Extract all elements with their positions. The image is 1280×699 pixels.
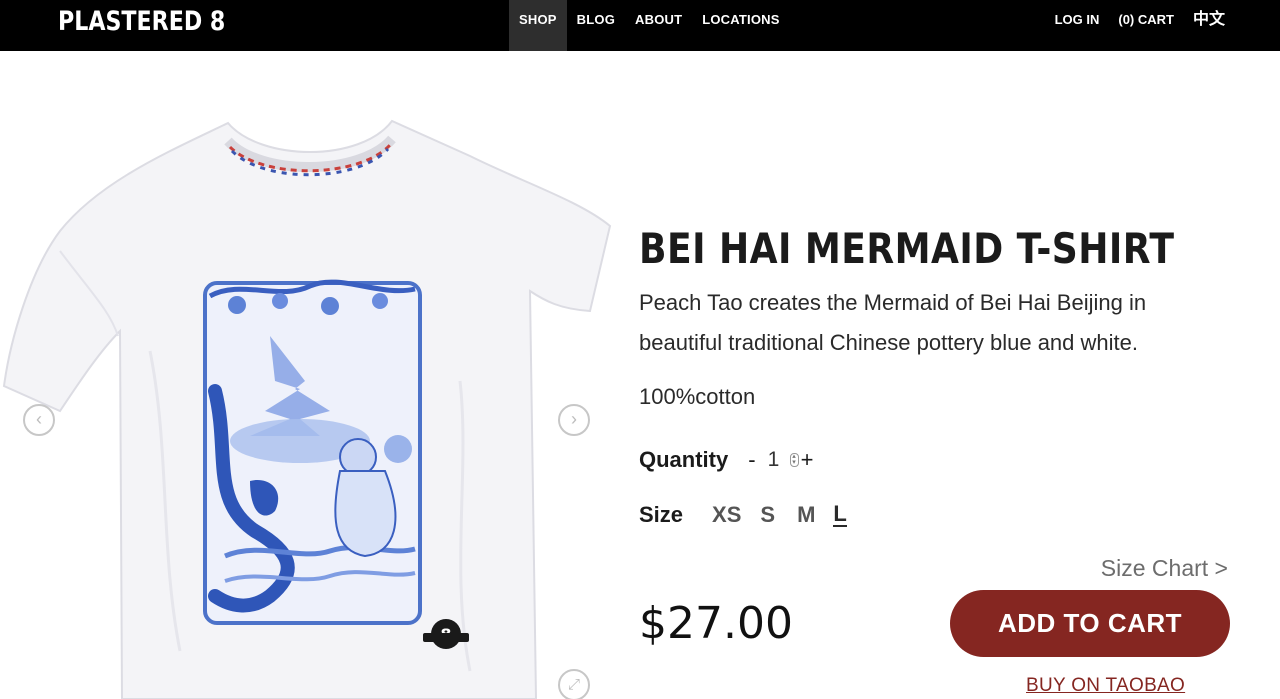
size-option-s[interactable]: S xyxy=(760,502,775,528)
zoom-button[interactable]: ⤢ xyxy=(558,669,590,699)
gallery-next-button[interactable]: › xyxy=(558,404,590,436)
chevron-left-icon: ‹ xyxy=(36,409,42,429)
product-image: 8 xyxy=(2,119,612,699)
login-link[interactable]: LOG IN xyxy=(1055,0,1100,51)
product-title: BEI HAI MERMAID T-SHIRT xyxy=(639,224,1175,273)
quantity-input[interactable] xyxy=(767,448,790,472)
size-option-m[interactable]: M xyxy=(797,502,815,528)
main-nav: SHOP BLOG ABOUT LOCATIONS xyxy=(509,0,790,51)
buy-on-taobao-link[interactable]: BUY ON TAOBAO xyxy=(1026,675,1185,697)
size-selector: Size XS S M L xyxy=(639,500,847,530)
nav-shop[interactable]: SHOP xyxy=(509,0,567,51)
quantity-decrease-button[interactable]: - xyxy=(748,447,755,473)
product-price: $27.00 xyxy=(639,598,793,649)
product-material: 100%cotton xyxy=(639,384,756,409)
nav-locations[interactable]: LOCATIONS xyxy=(692,0,789,51)
add-to-cart-button[interactable]: ADD TO CART xyxy=(950,590,1230,657)
size-option-xs[interactable]: XS xyxy=(712,502,741,528)
account-nav: LOG IN (0) CART 中文 xyxy=(1055,0,1225,51)
size-label: Size xyxy=(639,502,684,527)
quantity-label: Quantity xyxy=(639,447,729,472)
product-description: Peach Tao creates the Mermaid of Bei Hai… xyxy=(639,290,1147,355)
site-logo[interactable]: PLASTERED 8 xyxy=(58,6,225,37)
chevron-right-icon: › xyxy=(571,409,577,429)
size-chart-link[interactable]: Size Chart > xyxy=(1101,555,1228,582)
quantity-selector: Quantity - ▴▾ + xyxy=(639,446,813,474)
top-navigation-bar: PLASTERED 8 SHOP BLOG ABOUT LOCATIONS LO… xyxy=(0,0,1280,51)
gallery-prev-button[interactable]: ‹ xyxy=(23,404,55,436)
language-toggle[interactable]: 中文 xyxy=(1193,0,1225,51)
nav-about[interactable]: ABOUT xyxy=(625,0,692,51)
cart-link[interactable]: (0) CART xyxy=(1118,0,1174,51)
expand-icon: ⤢ xyxy=(567,676,580,693)
quantity-increase-button[interactable]: + xyxy=(801,447,814,473)
size-option-l[interactable]: L xyxy=(833,503,847,527)
nav-blog[interactable]: BLOG xyxy=(567,0,625,51)
product-gallery: 8 ‹ › ⤢ xyxy=(0,51,612,699)
spinner-icon[interactable]: ▴ ▾ xyxy=(789,453,799,467)
